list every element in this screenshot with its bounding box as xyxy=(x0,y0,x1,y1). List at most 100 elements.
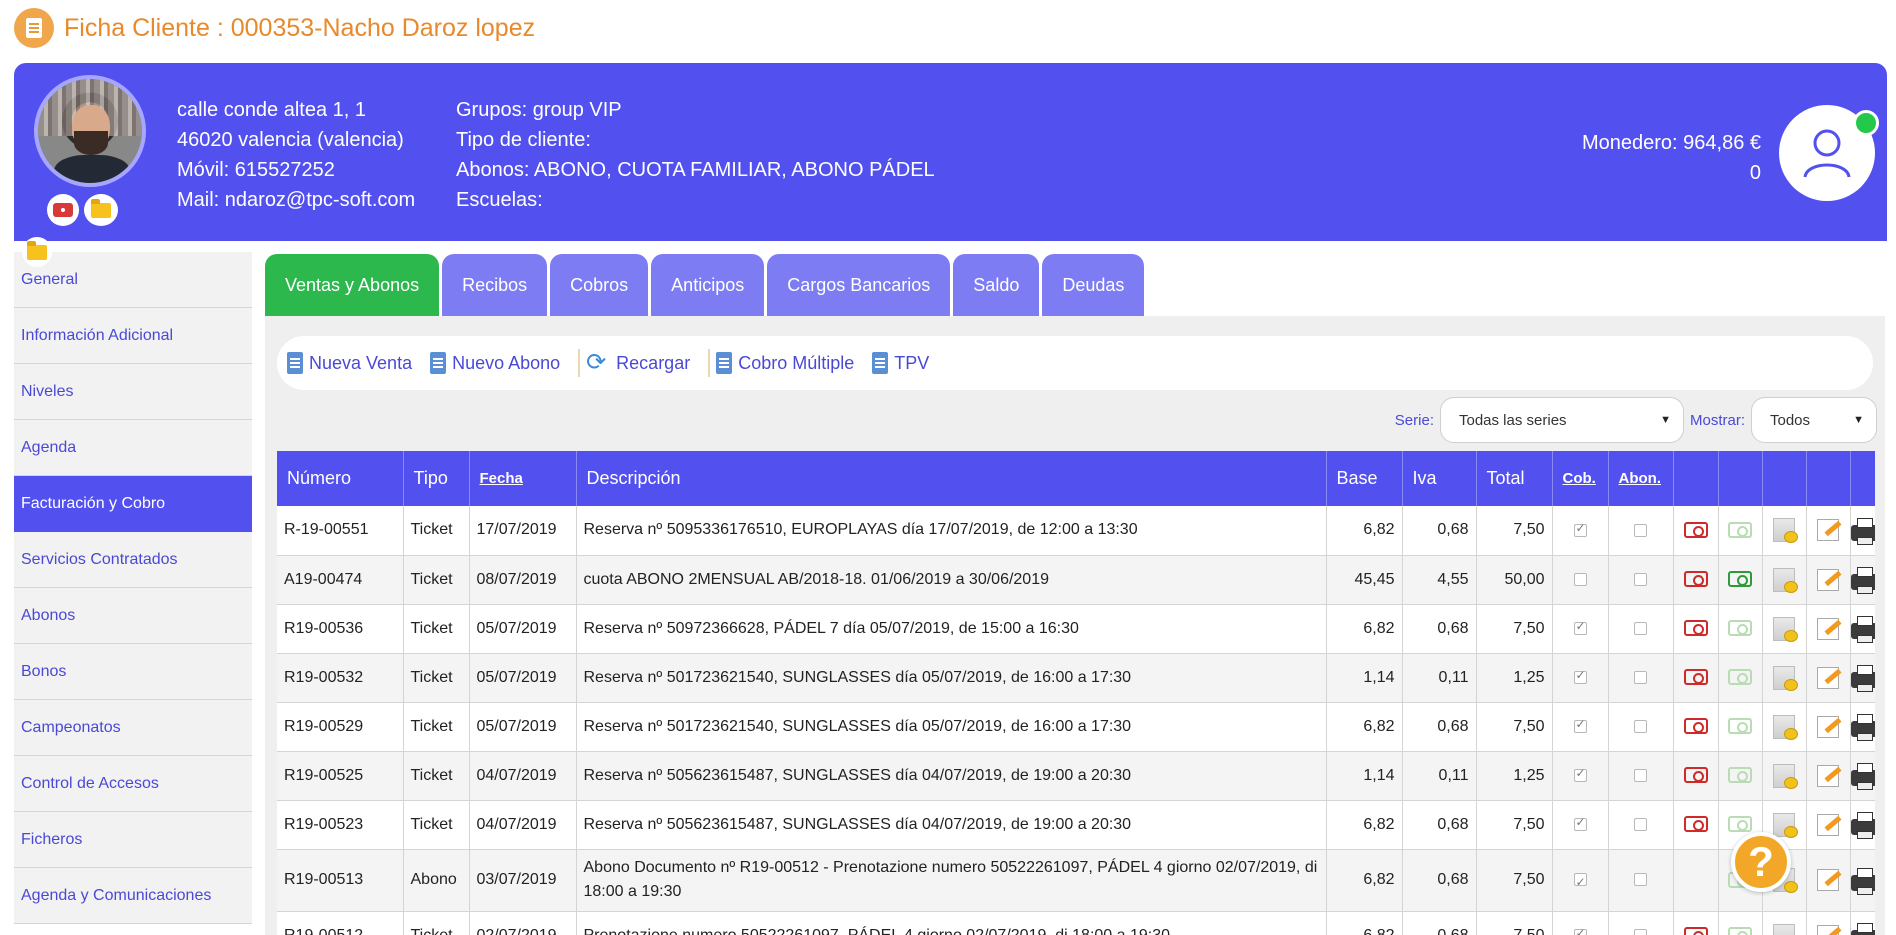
invoice-coins-icon[interactable] xyxy=(1773,616,1798,642)
table-row[interactable]: R19-00529 Ticket 05/07/2019 Reserva nº 5… xyxy=(277,702,1875,752)
pay-icon[interactable] xyxy=(1683,669,1708,686)
tab-anticipos[interactable]: Anticipos xyxy=(651,254,765,316)
table-row[interactable]: R19-00536 Ticket 05/07/2019 Reserva nº 5… xyxy=(277,604,1875,654)
abon-checkbox[interactable] xyxy=(1634,817,1647,831)
tab-ventas-abonos[interactable]: Ventas y Abonos xyxy=(265,254,440,316)
multi-payment-button[interactable]: Cobro Múltiple xyxy=(716,352,854,374)
pay-icon[interactable] xyxy=(1683,816,1708,833)
abon-checkbox[interactable] xyxy=(1634,572,1647,586)
sidebar-item-agenda-comunicaciones[interactable]: Agenda y Comunicaciones xyxy=(14,868,252,924)
sidebar-item-bonos[interactable]: Bonos xyxy=(14,644,252,700)
sidebar-item-ficheros[interactable]: Ficheros xyxy=(14,812,252,868)
table-row[interactable]: R19-00532 Ticket 05/07/2019 Reserva nº 5… xyxy=(277,653,1875,703)
tab-deudas[interactable]: Deudas xyxy=(1042,254,1145,316)
edit-icon[interactable] xyxy=(1817,715,1839,738)
cob-checkbox[interactable] xyxy=(1573,521,1587,537)
cob-checkbox[interactable] xyxy=(1573,717,1587,733)
invoice-coins-icon[interactable] xyxy=(1773,812,1798,838)
tab-recibos[interactable]: Recibos xyxy=(442,254,548,316)
invoice-coins-icon[interactable] xyxy=(1773,665,1798,691)
invoice-coins-icon[interactable] xyxy=(1773,763,1798,789)
tab-cobros[interactable]: Cobros xyxy=(550,254,649,316)
show-select[interactable]: Todos ▼ xyxy=(1751,397,1877,443)
cob-checkbox[interactable] xyxy=(1573,926,1587,935)
col-fecha[interactable]: Fecha xyxy=(469,451,577,506)
abon-checkbox[interactable] xyxy=(1634,928,1647,935)
table-row[interactable]: R-19-00551 Ticket 17/07/2019 Reserva nº … xyxy=(277,506,1875,556)
printer-icon[interactable] xyxy=(1850,518,1875,546)
cob-checkbox[interactable] xyxy=(1573,766,1587,782)
printer-icon[interactable] xyxy=(1850,867,1875,895)
printer-icon[interactable] xyxy=(1850,567,1875,595)
sidebar-item-general[interactable]: General xyxy=(14,252,252,308)
edit-icon[interactable] xyxy=(1817,813,1839,836)
camera-icon[interactable] xyxy=(47,194,79,226)
reload-button[interactable]: Recargar xyxy=(586,348,690,377)
serie-select[interactable]: Todas las series ▼ xyxy=(1439,397,1684,443)
cob-checkbox[interactable] xyxy=(1573,668,1587,684)
cob-checkbox[interactable] xyxy=(1573,815,1587,831)
new-abono-button[interactable]: Nuevo Abono xyxy=(430,352,560,374)
payment-disabled-icon xyxy=(1728,767,1752,784)
table-row[interactable]: R19-00513 Abono 03/07/2019 Abono Documen… xyxy=(277,849,1875,912)
pay-icon[interactable] xyxy=(1683,522,1708,539)
cob-checkbox[interactable] xyxy=(1573,870,1587,894)
sidebar-item-control-accesos[interactable]: Control de Accesos xyxy=(14,756,252,812)
invoice-coins-icon[interactable] xyxy=(1773,923,1795,935)
sidebar-item-abonos[interactable]: Abonos xyxy=(14,588,252,644)
tab-cargos-bancarios[interactable]: Cargos Bancarios xyxy=(767,254,951,316)
table-row[interactable]: A19-00474 Ticket 08/07/2019 cuota ABONO … xyxy=(277,555,1875,605)
pay-icon[interactable] xyxy=(1683,927,1708,935)
abon-checkbox[interactable] xyxy=(1634,670,1647,684)
table-row[interactable]: R19-00512 Ticket 02/07/2019 Prenotazione… xyxy=(277,911,1875,935)
cell-descripcion: Reserva nº 501723621540, SUNGLASSES día … xyxy=(576,702,1327,752)
abon-checkbox[interactable] xyxy=(1634,719,1647,733)
edit-icon[interactable] xyxy=(1817,924,1839,935)
invoice-coins-icon[interactable] xyxy=(1773,518,1798,544)
printer-icon[interactable] xyxy=(1850,923,1875,935)
abon-checkbox[interactable] xyxy=(1634,621,1647,635)
pay-icon[interactable] xyxy=(1683,718,1708,735)
edit-icon[interactable] xyxy=(1817,666,1839,689)
abon-checkbox[interactable] xyxy=(1634,873,1647,887)
col-abon[interactable]: Abon. xyxy=(1608,451,1674,506)
invoice-coins-icon[interactable] xyxy=(1773,567,1798,593)
sidebar-item-agenda[interactable]: Agenda xyxy=(14,420,252,476)
cell-descripcion: cuota ABONO 2MENSUAL AB/2018-18. 01/06/2… xyxy=(576,555,1327,605)
table-row[interactable]: R19-00525 Ticket 04/07/2019 Reserva nº 5… xyxy=(277,751,1875,801)
sidebar-item-campeonatos[interactable]: Campeonatos xyxy=(14,700,252,756)
cell-fecha: 05/07/2019 xyxy=(469,653,577,703)
tab-saldo[interactable]: Saldo xyxy=(953,254,1040,316)
sidebar-item-facturacion[interactable]: Facturación y Cobro xyxy=(14,476,252,532)
printer-icon[interactable] xyxy=(1850,714,1875,742)
tpv-button[interactable]: TPV xyxy=(872,352,929,374)
pay-icon[interactable] xyxy=(1683,767,1708,784)
sidebar-item-niveles[interactable]: Niveles xyxy=(14,364,252,420)
folder-icon[interactable] xyxy=(84,194,118,226)
edit-icon[interactable] xyxy=(1817,617,1839,640)
printer-icon[interactable] xyxy=(1850,616,1875,644)
pay-icon[interactable] xyxy=(1683,620,1708,637)
col-cob[interactable]: Cob. xyxy=(1552,451,1609,506)
edit-icon[interactable] xyxy=(1817,519,1839,542)
printer-icon[interactable] xyxy=(1850,812,1875,840)
printer-icon[interactable] xyxy=(1850,763,1875,791)
cob-checkbox[interactable] xyxy=(1573,619,1587,635)
abon-checkbox[interactable] xyxy=(1634,768,1647,782)
table-row[interactable]: R19-00523 Ticket 04/07/2019 Reserva nº 5… xyxy=(277,800,1875,850)
edit-icon[interactable] xyxy=(1817,764,1839,787)
sidebar-item-servicios[interactable]: Servicios Contratados xyxy=(14,532,252,588)
new-sale-button[interactable]: Nueva Venta xyxy=(287,352,412,374)
edit-icon[interactable] xyxy=(1817,868,1839,891)
cell-descripcion: Reserva nº 50972366628, PÁDEL 7 día 05/0… xyxy=(576,604,1327,654)
folder-icon[interactable] xyxy=(22,237,52,267)
sidebar-item-informacion-adicional[interactable]: Información Adicional xyxy=(14,308,252,364)
cob-checkbox[interactable] xyxy=(1573,572,1587,586)
pay-icon[interactable] xyxy=(1683,571,1708,588)
invoice-coins-icon[interactable] xyxy=(1773,714,1798,740)
printer-icon[interactable] xyxy=(1850,665,1875,693)
abon-checkbox[interactable] xyxy=(1634,523,1647,537)
payment-icon[interactable] xyxy=(1728,571,1752,588)
edit-icon[interactable] xyxy=(1817,568,1839,591)
help-icon[interactable]: ? xyxy=(1731,832,1791,892)
